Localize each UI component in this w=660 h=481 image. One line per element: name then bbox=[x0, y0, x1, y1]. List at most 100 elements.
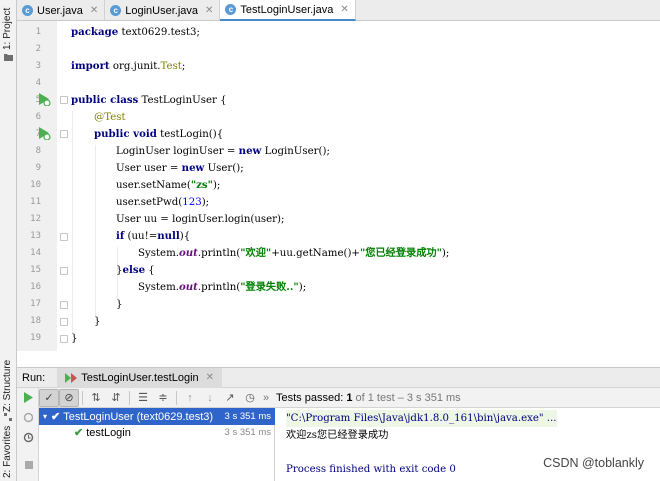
code-line-13: if (uu!=null){ bbox=[116, 230, 191, 242]
code-line-16: System.out.println("登录失败.."); bbox=[138, 281, 307, 293]
close-icon[interactable]: ✕ bbox=[205, 5, 213, 16]
line-number: 8 bbox=[35, 146, 41, 156]
clock-icon: ◷ bbox=[245, 392, 255, 404]
tab-testloginuser-java[interactable]: c TestLoginUser.java ✕ bbox=[220, 0, 356, 21]
play-icon bbox=[24, 392, 33, 403]
stop-button[interactable] bbox=[22, 458, 35, 471]
run-config-tab[interactable]: TestLoginUser.testLogin ✕ bbox=[57, 367, 223, 388]
fold-marker-icon[interactable] bbox=[60, 335, 68, 343]
previous-test-button[interactable]: ↑ bbox=[180, 389, 200, 407]
chevron-down-icon[interactable]: ▾ bbox=[43, 412, 47, 421]
ignored-icon: ⊘ bbox=[64, 392, 74, 404]
class-icon: c bbox=[22, 5, 33, 16]
fold-marker-icon[interactable] bbox=[60, 96, 68, 104]
indent-guide bbox=[95, 145, 96, 316]
tree-row-label: TestLoginUser (text0629.test3) bbox=[63, 410, 214, 423]
class-icon: c bbox=[110, 5, 122, 16]
toolbar-divider bbox=[176, 390, 177, 405]
fold-marker-icon[interactable] bbox=[60, 130, 68, 138]
class-icon: c bbox=[225, 4, 237, 15]
expand-all-icon: ☰ bbox=[138, 392, 148, 404]
line-number: 4 bbox=[35, 78, 41, 88]
tab-label: LoginUser.java bbox=[125, 4, 199, 17]
console-line: Process finished with exit code 0 bbox=[286, 464, 456, 475]
run-test-method-icon[interactable] bbox=[37, 126, 51, 140]
close-icon[interactable]: ✕ bbox=[206, 372, 214, 383]
line-number: 13 bbox=[30, 231, 41, 241]
arrow-down-icon: ↓ bbox=[207, 391, 213, 404]
test-runner-toolbar: ✓ ⊘ ⇅ ⇵ ☰ ≑ ↑ ↓ ↗ ◷ » Tests passed: 1 of… bbox=[39, 388, 660, 408]
code-line-9: User user = new User(); bbox=[116, 162, 244, 174]
fold-marker-icon[interactable] bbox=[60, 318, 68, 326]
run-panel-header: Run: TestLoginUser.testLogin ✕ bbox=[17, 367, 660, 388]
close-icon[interactable]: ✕ bbox=[340, 4, 348, 15]
line-number: 1 bbox=[35, 27, 41, 37]
fold-marker-icon[interactable] bbox=[60, 301, 68, 309]
line-number: 11 bbox=[30, 197, 41, 207]
editor-tab-bar: c User.java ✕ c LoginUser.java ✕ c TestL… bbox=[17, 0, 660, 21]
tab-label: TestLoginUser.java bbox=[240, 3, 334, 16]
line-number: 12 bbox=[30, 214, 41, 224]
export-results-button[interactable]: ↗ bbox=[220, 389, 240, 407]
sort-alpha-button[interactable]: ⇅ bbox=[86, 389, 106, 407]
favorites-tool-label[interactable]: 2: Favorites bbox=[2, 426, 13, 478]
console-line: 欢迎zs您已经登录成功 bbox=[286, 430, 389, 441]
rerun-failed-icon bbox=[23, 412, 34, 423]
show-ignored-button[interactable]: ⊘ bbox=[59, 388, 79, 407]
fold-marker-icon[interactable] bbox=[60, 267, 68, 275]
project-tool-label[interactable]: 1: Project bbox=[2, 8, 13, 50]
folder-icon bbox=[4, 54, 13, 61]
fold-marker-icon[interactable] bbox=[60, 233, 68, 241]
code-line-6: @Test bbox=[94, 112, 126, 123]
tree-row-test-method[interactable]: ✔ testLogin 3 s 351 ms bbox=[39, 424, 275, 441]
rerun-failed-button[interactable] bbox=[22, 411, 35, 424]
next-test-button[interactable]: ↓ bbox=[200, 389, 220, 407]
line-number: 2 bbox=[35, 44, 41, 54]
stop-icon bbox=[24, 460, 33, 469]
console-line: "C:\Program Files\Java\jdk1.8.0_161\bin\… bbox=[286, 410, 557, 427]
tree-row-duration: 3 s 351 ms bbox=[224, 411, 271, 422]
tree-row-duration: 3 s 351 ms bbox=[224, 427, 271, 438]
code-line-11: user.setPwd(123); bbox=[116, 197, 210, 208]
tree-row-test-class[interactable]: ▾ ✔ TestLoginUser (text0629.test3) 3 s 3… bbox=[39, 408, 275, 425]
tab-loginuser-java[interactable]: c LoginUser.java ✕ bbox=[105, 0, 221, 21]
arrow-up-icon: ↑ bbox=[187, 391, 193, 404]
show-passed-button[interactable]: ✓ bbox=[39, 388, 59, 407]
run-tab-label: TestLoginUser.testLogin bbox=[81, 371, 199, 384]
test-history-button[interactable]: ◷ bbox=[240, 389, 260, 407]
close-icon[interactable]: ✕ bbox=[90, 5, 98, 16]
test-run-icon bbox=[65, 372, 78, 383]
line-number: 15 bbox=[30, 265, 41, 275]
run-side-toolbar bbox=[17, 388, 39, 481]
test-status: Tests passed: 1 of 1 test – 3 s 351 ms bbox=[276, 391, 461, 404]
run-test-class-icon[interactable] bbox=[37, 92, 51, 106]
expand-all-button[interactable]: ☰ bbox=[133, 389, 153, 407]
sort-duration-button[interactable]: ⇵ bbox=[106, 389, 126, 407]
line-number-gutter: 1 2 3 4 5 6 7 8 9 10 11 12 13 14 15 16 1… bbox=[17, 21, 57, 351]
line-number: 6 bbox=[35, 112, 41, 122]
line-number: 19 bbox=[30, 333, 41, 343]
line-number: 14 bbox=[30, 248, 41, 258]
more-button[interactable]: » bbox=[260, 389, 272, 407]
collapse-all-icon: ≑ bbox=[158, 392, 168, 404]
passed-icon: ✔ bbox=[74, 427, 84, 439]
rerun-button[interactable] bbox=[22, 391, 35, 404]
passed-icon: ✔ bbox=[51, 411, 61, 423]
watermark: CSDN @toblankly bbox=[543, 456, 644, 470]
structure-tool-label[interactable]: Z: Structure bbox=[2, 360, 13, 412]
collapse-all-button[interactable]: ≑ bbox=[153, 389, 173, 407]
tab-user-java[interactable]: c User.java ✕ bbox=[17, 0, 106, 21]
sort-alpha-icon: ⇅ bbox=[91, 392, 101, 404]
export-icon: ↗ bbox=[225, 392, 235, 404]
toggle-auto-test-button[interactable] bbox=[22, 431, 35, 444]
run-panel-title: Run: bbox=[22, 371, 46, 384]
code-line-17: } bbox=[116, 299, 123, 310]
code-line-14: System.out.println("欢迎"+uu.getName()+"您已… bbox=[138, 247, 450, 259]
auto-test-icon bbox=[23, 432, 34, 443]
code-line-7: public void testLogin(){ bbox=[94, 128, 224, 140]
toolbar-divider bbox=[129, 390, 130, 405]
console-output[interactable]: "C:\Program Files\Java\jdk1.8.0_161\bin\… bbox=[276, 408, 660, 481]
line-number: 10 bbox=[30, 180, 41, 190]
code-line-3: import org.junit.Test; bbox=[71, 60, 186, 72]
tree-row-label: testLogin bbox=[86, 426, 131, 439]
